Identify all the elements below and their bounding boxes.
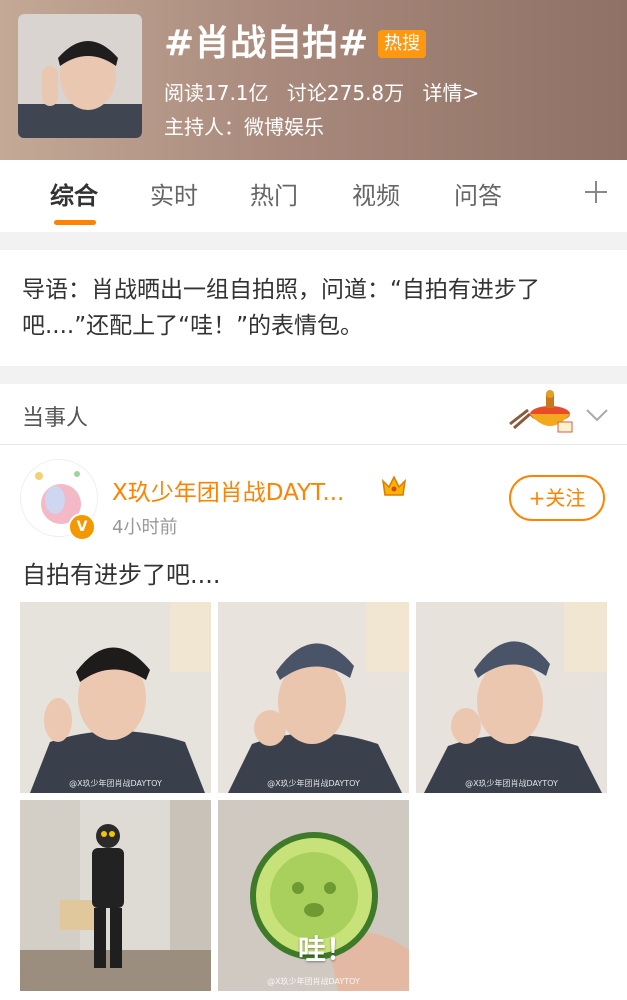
read-count: 阅读17.1亿 bbox=[164, 81, 269, 105]
topic-header: #肖战自拍# 热搜 阅读17.1亿 讨论275.8万 详情> 主持人：微博娱乐 bbox=[0, 0, 627, 160]
discussion-count: 讨论275.8万 bbox=[286, 81, 405, 105]
details-link[interactable]: 详情> bbox=[423, 81, 480, 105]
emoji-caption: 哇！ bbox=[298, 933, 355, 966]
tab-comprehensive[interactable]: 综合 bbox=[50, 180, 98, 212]
topic-title: #肖战自拍# bbox=[164, 23, 369, 64]
tab-qa[interactable]: 问答 bbox=[454, 180, 502, 212]
photo-watermark: @X玖少年团肖战DAYTOY bbox=[267, 977, 360, 986]
tab-bar: 综合 实时 热门 视频 问答 bbox=[0, 160, 627, 232]
emoji-photo[interactable]: 哇！ @X玖少年团肖战DAYTOY bbox=[218, 800, 409, 991]
tab-realtime[interactable]: 实时 bbox=[150, 180, 198, 212]
intro-text: 导语：肖战晒出一组自拍照，问道：“自拍有进步了吧....”还配上了“哇！”的表情… bbox=[22, 277, 540, 339]
tab-hot[interactable]: 热门 bbox=[250, 180, 298, 212]
post-time: 4小时前 bbox=[112, 517, 178, 538]
topic-cover-image bbox=[18, 14, 142, 138]
photo-watermark: @X玖少年团肖战DAYTOY bbox=[267, 779, 360, 788]
crown-icon bbox=[381, 475, 407, 496]
party-label: 当事人 bbox=[22, 406, 89, 431]
plus-icon[interactable] bbox=[582, 178, 610, 206]
post-card: V X玖少年团肖战DAYT... 4小时前 +关注 自拍有进步了吧.... @X… bbox=[0, 445, 627, 1000]
topic-intro: 导语：肖战晒出一组自拍照，问道：“自拍有进步了吧....”还配上了“哇！”的表情… bbox=[0, 250, 627, 366]
photo-watermark: @X玖少年团肖战DAYTOY bbox=[465, 779, 558, 788]
tab-video[interactable]: 视频 bbox=[352, 180, 400, 212]
topic-stats: 阅读17.1亿 讨论275.8万 详情> bbox=[164, 80, 491, 106]
hotpot-icon bbox=[509, 390, 573, 433]
photo-3[interactable]: @X玖少年团肖战DAYTOY bbox=[416, 602, 607, 793]
photo-2[interactable]: @X玖少年团肖战DAYTOY bbox=[218, 602, 409, 793]
username[interactable]: X玖少年团肖战DAYT... bbox=[112, 473, 344, 507]
photo-4[interactable] bbox=[20, 800, 211, 991]
active-tab-indicator bbox=[54, 220, 96, 225]
topic-host: 主持人：微博娱乐 bbox=[164, 115, 324, 139]
follow-button[interactable]: +关注 bbox=[509, 475, 605, 521]
party-section-header[interactable]: 当事人 bbox=[0, 384, 627, 445]
chevron-down-icon[interactable] bbox=[584, 402, 610, 428]
hot-badge: 热搜 bbox=[378, 30, 426, 58]
post-text: 自拍有进步了吧.... bbox=[22, 561, 221, 589]
verified-badge: V bbox=[68, 513, 96, 541]
photo-1[interactable]: @X玖少年团肖战DAYTOY bbox=[20, 602, 211, 793]
photo-watermark: @X玖少年团肖战DAYTOY bbox=[69, 779, 162, 788]
